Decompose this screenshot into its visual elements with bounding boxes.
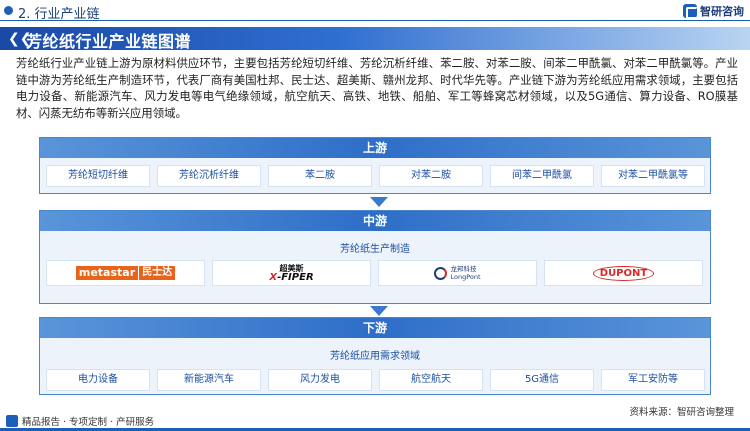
upstream-item: 芳纶短切纤维 (46, 165, 150, 187)
down-arrow-icon (370, 306, 388, 316)
section-bullet-icon (4, 6, 13, 15)
manufacturer-logos: metastar 民士达 超美斯 X-FIPER 龙邦科技 LongPont D… (46, 260, 703, 286)
down-arrow-icon (370, 197, 388, 207)
logo-xfiper: 超美斯 X-FIPER (212, 260, 371, 286)
downstream-item: 5G通信 (490, 369, 594, 391)
midstream-subtitle: 芳纶纸生产制造 (340, 244, 410, 255)
brand: 智研咨询 (683, 3, 744, 19)
logo-dupont: DUPONT (544, 260, 703, 286)
metastar-en: metastar (75, 266, 139, 280)
downstream-item: 航空航天 (379, 369, 483, 391)
downstream-title: 下游 (40, 318, 710, 338)
longpont-cn: 龙邦科技 (450, 265, 477, 273)
longpont-en: LongPont (450, 273, 481, 281)
upstream-item: 苯二胺 (268, 165, 372, 187)
upstream-title: 上游 (40, 138, 710, 158)
downstream-item: 新能源汽车 (157, 369, 261, 391)
downstream-subtitle: 芳纶纸应用需求领域 (330, 351, 420, 362)
source-note: 资料来源：智研咨询整理 (629, 407, 734, 418)
footer-tagline-text: 精品报告 · 专项定制 · 产研服务 (22, 417, 155, 428)
midstream-stage: 中游 芳纶纸生产制造 metastar 民士达 超美斯 X-FIPER 龙邦科技… (39, 210, 711, 304)
upstream-item: 对苯二胺 (379, 165, 483, 187)
footer-tagline: 精品报告 · 专项定制 · 产研服务 (6, 414, 154, 428)
title-banner: ❮❮ 芳纶纸行业产业链图谱 (0, 27, 750, 51)
upstream-item: 芳纶沉析纤维 (157, 165, 261, 187)
xfiper-rest: -FIPER (277, 272, 314, 283)
footer-logo-icon (6, 415, 18, 427)
brand-name: 智研咨询 (700, 5, 744, 18)
header-divider (0, 20, 750, 21)
longpont-mark-icon (434, 266, 448, 280)
xfiper-x: X (269, 272, 278, 283)
upstream-items: 芳纶短切纤维 芳纶沉析纤维 苯二胺 对苯二胺 间苯二甲酰氯 对苯二甲酰氯等 (46, 165, 705, 187)
page-title: 芳纶纸行业产业链图谱 (26, 32, 192, 51)
upstream-item: 对苯二甲酰氯等 (601, 165, 705, 187)
downstream-stage: 下游 芳纶纸应用需求领域 电力设备 新能源汽车 风力发电 航空航天 5G通信 军… (39, 317, 711, 395)
upstream-stage: 上游 芳纶短切纤维 芳纶沉析纤维 苯二胺 对苯二胺 间苯二甲酰氯 对苯二甲酰氯等 (39, 137, 711, 194)
logo-longpont: 龙邦科技 LongPont (378, 260, 537, 286)
top-header: 2. 行业产业链 智研咨询 (0, 0, 750, 22)
midstream-title: 中游 (40, 211, 710, 231)
metastar-cn: 民士达 (139, 266, 176, 280)
xfiper-en: X-FIPER (269, 272, 314, 283)
downstream-item: 电力设备 (46, 369, 150, 391)
logo-metastar: metastar 民士达 (46, 260, 205, 286)
downstream-item: 军工安防等 (601, 369, 705, 391)
downstream-item: 风力发电 (268, 369, 372, 391)
downstream-items: 电力设备 新能源汽车 风力发电 航空航天 5G通信 军工安防等 (46, 369, 705, 391)
brand-logo-icon (683, 4, 698, 19)
upstream-item: 间苯二甲酰氯 (490, 165, 594, 187)
dupont-wordmark: DUPONT (592, 265, 655, 281)
intro-paragraph: 芳纶纸行业产业链上游为原材料供应环节，主要包括芳纶短切纤维、芳纶沉析纤维、苯二胺… (16, 56, 738, 120)
